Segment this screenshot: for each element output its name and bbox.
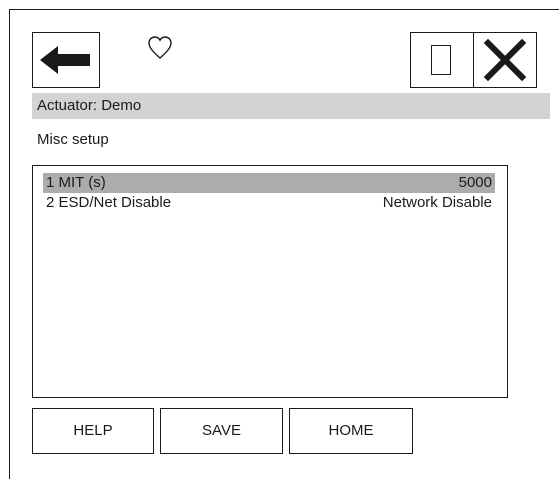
home-button[interactable]: HOME	[289, 408, 413, 454]
back-button[interactable]	[32, 32, 100, 88]
list-item-value: Network Disable	[382, 194, 492, 211]
list-item-value: 5000	[458, 174, 492, 191]
help-button[interactable]: HELP	[32, 408, 154, 454]
list-item-mit[interactable]: 1 MIT (s) 5000	[43, 173, 495, 193]
actuator-title: Actuator: Demo	[37, 97, 142, 114]
page-title: Misc setup	[37, 131, 109, 148]
save-button[interactable]: SAVE	[160, 408, 283, 454]
favorite-button[interactable]	[146, 34, 174, 62]
actuator-title-bar: Actuator: Demo	[32, 93, 550, 119]
close-button[interactable]	[473, 32, 537, 88]
settings-list: 1 MIT (s) 5000 2 ESD/Net Disable Network…	[32, 165, 508, 398]
list-item-label: 1 MIT (s)	[46, 174, 106, 191]
heart-outline-icon	[148, 36, 172, 59]
list-item-label: 2 ESD/Net Disable	[46, 194, 172, 211]
close-icon	[483, 38, 526, 81]
back-arrow-icon	[39, 45, 90, 74]
window-button[interactable]	[410, 32, 474, 88]
list-item-esd-net-disable[interactable]: 2 ESD/Net Disable Network Disable	[43, 193, 495, 213]
square-icon	[431, 45, 451, 75]
